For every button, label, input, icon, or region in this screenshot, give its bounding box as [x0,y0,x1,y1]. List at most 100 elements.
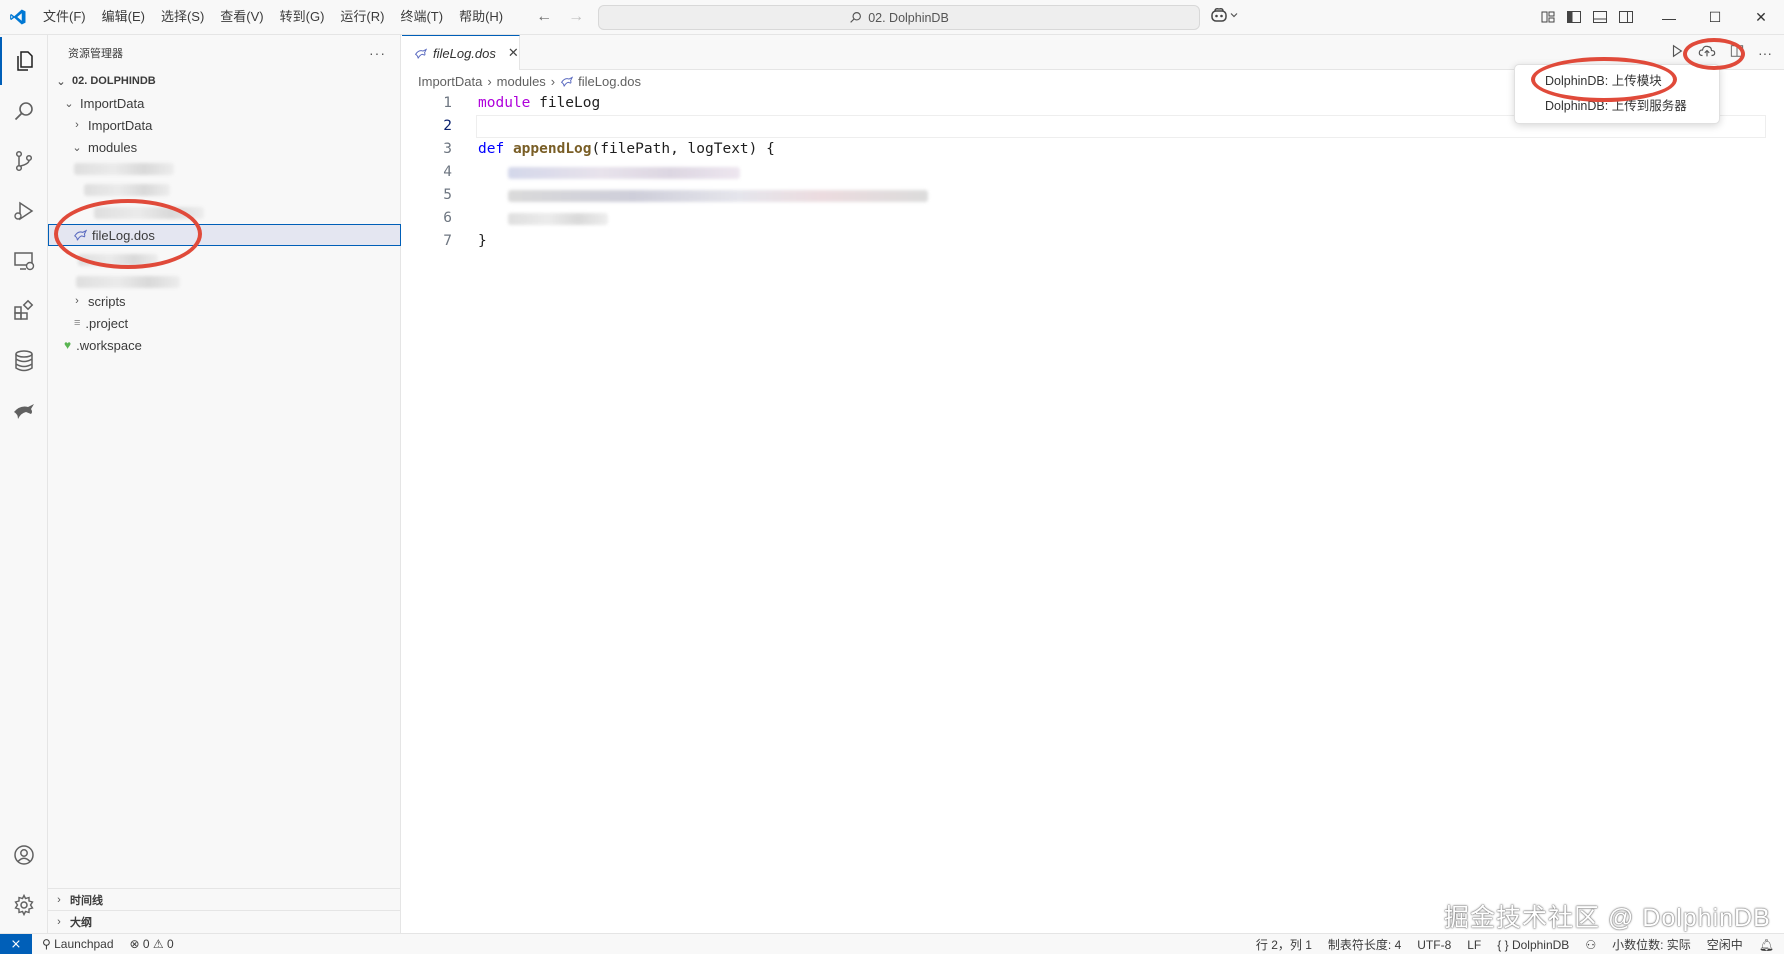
extensions-icon[interactable] [0,287,48,335]
explorer-title: 资源管理器 [68,47,123,60]
toggle-secondary-sidebar-icon[interactable] [1618,9,1634,25]
menu-terminal[interactable]: 终端(T) [392,4,451,30]
menu-help[interactable]: 帮助(H) [451,4,511,30]
explorer-more-icon[interactable]: ··· [369,45,386,61]
copilot-button[interactable] [1210,7,1238,23]
outline-section[interactable]: › 大纲 [48,910,401,932]
tree-file-filelog[interactable]: fileLog.dos [48,224,401,246]
launchpad-label: Launchpad [54,937,114,951]
more-actions-icon[interactable]: ··· [1758,45,1772,61]
copilot-status-icon[interactable]: ⚇ [1585,938,1596,952]
code-editor[interactable]: 1 module fileLog 2 3 def appendLog(fileP… [402,92,1784,933]
command-center-text: 02. DolphinDB [868,10,949,25]
tree-folder-importdata-child[interactable]: › ImportData [48,114,401,136]
chevron-down-icon: ⌄ [64,97,74,110]
breadcrumb-item[interactable]: ImportData [418,74,482,89]
tab-size[interactable]: 制表符长度: 4 [1328,936,1401,953]
chevron-right-icon: › [75,295,79,307]
account-icon[interactable] [0,831,48,879]
explorer-icon[interactable] [0,37,48,85]
encoding[interactable]: UTF-8 [1417,938,1451,952]
menu-go[interactable]: 转到(G) [272,4,333,30]
end-of-line[interactable]: LF [1467,938,1481,952]
decimal-places[interactable]: 小数位数: 实际 [1612,936,1691,953]
problems-indicator[interactable]: ⊗ 0 ⚠ 0 [130,937,174,951]
tree-file-workspace[interactable]: ♥ .workspace [48,334,401,356]
line-number: 3 [443,141,452,157]
blurred-tree-item [84,184,170,196]
tree-label: modules [88,139,138,155]
breadcrumb-item[interactable]: fileLog.dos [578,74,641,89]
workspace-label: 02. DOLPHINDB [72,75,156,87]
close-icon[interactable]: ✕ [1738,0,1784,35]
tree-label: .project [85,315,129,331]
watermark: 掘金技术社区 @ DolphinDB [1444,904,1771,932]
code-line: 6 [402,207,1784,230]
upload-cloud-icon[interactable] [1698,43,1716,62]
minimize-icon[interactable]: — [1646,0,1692,35]
chevron-down-icon [1230,13,1238,18]
tree-label: ImportData [80,95,145,111]
tree-label: ImportData [88,117,153,133]
menu-edit[interactable]: 编辑(E) [94,4,153,30]
menu-run[interactable]: 运行(R) [332,4,392,30]
chevron-right-icon: › [57,893,61,906]
notifications-bell-icon[interactable]: 🔔︎ [1759,938,1774,952]
dolphindb-icon[interactable] [0,387,48,435]
code-keyword: module [478,95,531,111]
idle-status[interactable]: 空闲中 [1707,936,1743,953]
menu-item-upload-module[interactable]: DolphinDB: 上传模块 [1515,69,1719,94]
blurred-tree-item [76,276,180,288]
tree-folder-scripts[interactable]: › scripts [48,290,401,312]
menu-view[interactable]: 查看(V) [212,4,271,30]
toggle-panel-icon[interactable] [1592,9,1608,25]
back-arrow-icon[interactable]: ← [533,8,555,26]
maximize-icon[interactable]: ☐ [1692,0,1738,35]
settings-gear-icon[interactable] [0,881,48,929]
blurred-code [508,213,608,225]
customize-layout-icon[interactable] [1540,9,1556,25]
toggle-primary-sidebar-icon[interactable] [1566,9,1582,25]
chevron-down-icon: ⌄ [72,141,82,154]
blurred-tree-item [78,254,158,266]
database-icon[interactable] [0,337,48,385]
chevron-right-icon: › [75,119,79,131]
launchpad-item[interactable]: ⚲ Launchpad [42,937,114,951]
language-mode[interactable]: { } DolphinDB [1497,938,1569,952]
menu-file[interactable]: 文件(F) [35,4,94,30]
title-bar: 文件(F) 编辑(E) 选择(S) 查看(V) 转到(G) 运行(R) 终端(T… [0,0,1784,35]
remote-explorer-icon[interactable] [0,237,48,285]
breadcrumb-item[interactable]: modules [497,74,546,89]
menu-selection[interactable]: 选择(S) [153,4,212,30]
command-center-search[interactable]: 02. DolphinDB [598,5,1200,30]
workspace-root[interactable]: ⌄ 02. DOLPHINDB [48,70,401,92]
timeline-section[interactable]: › 时间线 [48,888,401,910]
dolphindb-file-icon [561,75,574,87]
file-lines-icon: ≡ [74,317,81,329]
remote-indicator-icon[interactable]: ⨯ [0,933,32,954]
tab-close-icon[interactable]: ✕ [508,45,519,61]
source-control-icon[interactable] [0,137,48,185]
menu-item-upload-to-server[interactable]: DolphinDB: 上传到服务器 [1515,94,1719,119]
tree-file-project[interactable]: ≡ .project [48,312,401,334]
search-view-icon[interactable] [0,87,48,135]
code-line: 7 } [402,230,1784,253]
split-editor-icon[interactable] [1730,44,1744,61]
line-number: 4 [443,164,452,180]
menu-bar: 文件(F) 编辑(E) 选择(S) 查看(V) 转到(G) 运行(R) 终端(T… [35,0,511,35]
tab-filelog[interactable]: fileLog.dos ✕ [402,35,520,70]
chevron-right-icon: › [550,73,556,89]
tree-folder-importdata[interactable]: ⌄ ImportData [48,92,401,114]
cursor-position[interactable]: 行 2，列 1 [1256,936,1312,953]
tree-folder-modules[interactable]: ⌄ modules [48,136,401,158]
code-keyword: def [478,141,505,157]
blurred-tree-item [94,207,204,219]
tree-label: scripts [88,293,126,309]
code-line: 3 def appendLog(filePath, logText) { [402,138,1784,161]
vscode-logo-icon [0,0,35,35]
blurred-code [508,167,740,179]
run-debug-icon[interactable] [0,187,48,235]
rocket-icon: ⚲ [42,937,55,951]
run-file-icon[interactable] [1670,44,1684,61]
forward-arrow-icon[interactable]: → [565,8,587,26]
